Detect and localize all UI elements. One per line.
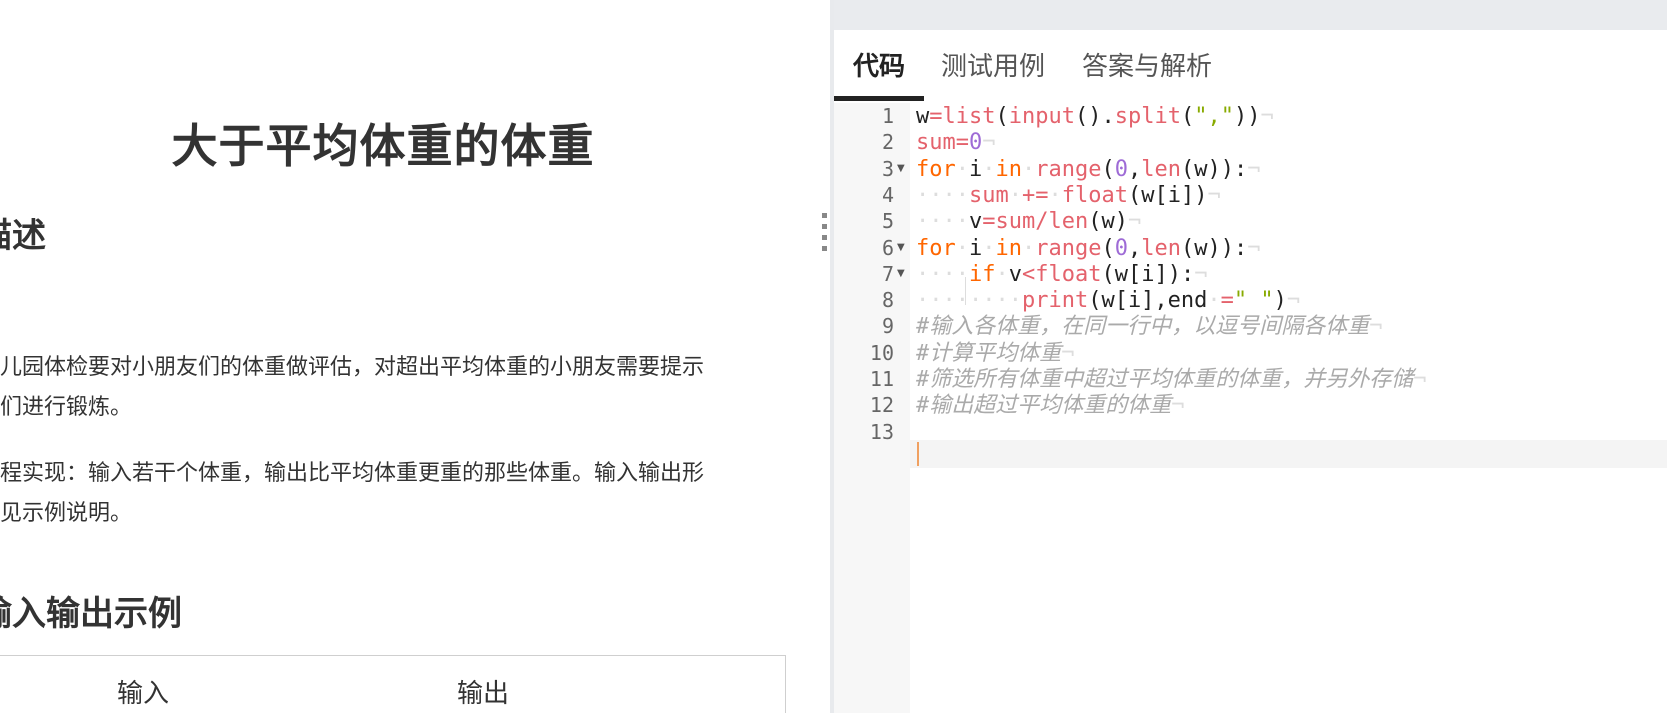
active-line-highlight bbox=[910, 440, 1667, 468]
problem-title: 大于平均体重的体重 bbox=[171, 119, 595, 173]
line-number: 3 bbox=[881, 156, 894, 181]
code-line[interactable]: #输入各体重，在同一行中，以逗号间隔各体重¬ bbox=[916, 313, 1383, 341]
code-line[interactable]: for·i·in·range(0,len(w)):¬ bbox=[916, 156, 1260, 184]
code-editor[interactable]: 1 2 3 ▼ 4 5 6 ▼ 7 ▼ 8 9 10 11 12 13 w=list(input().spli… bbox=[834, 103, 1667, 713]
line-number: 4 bbox=[881, 182, 894, 207]
paragraph-2-line-1: 编程实现：输入若干个体重，输出比平均体重更重的那些体重。输入输出形 bbox=[0, 461, 705, 486]
code-line[interactable]: ····if·v<float(w[i]):¬ bbox=[916, 261, 1207, 289]
problem-panel: 大于平均体重的体重 描述 幼儿园体检要对小朋友们的体重做评估，对超出平均体重的小… bbox=[0, 0, 832, 713]
line-number: 6 bbox=[881, 235, 894, 260]
code-line[interactable]: for·i·in·range(0,len(w)):¬ bbox=[916, 235, 1260, 263]
line-number: 9 bbox=[881, 314, 894, 339]
paragraph-2-line-2: 式见示例说明。 bbox=[0, 501, 133, 526]
code-line[interactable]: ····v=sum/len(w)¬ bbox=[916, 208, 1141, 236]
code-line[interactable]: #计算平均体重¬ bbox=[916, 340, 1075, 368]
line-number: 2 bbox=[881, 130, 894, 155]
text-cursor bbox=[917, 442, 919, 466]
tab-test-cases[interactable]: 测试用例 bbox=[941, 46, 1045, 83]
code-line[interactable]: #筛选所有体重中超过平均体重的体重，并另外存储¬ bbox=[916, 366, 1427, 394]
active-tab-underline bbox=[834, 96, 924, 101]
code-line[interactable]: ········print(w[i],end·=" ")¬ bbox=[916, 287, 1300, 315]
code-line[interactable]: ····sum·+=·float(w[i])¬ bbox=[916, 182, 1221, 210]
fold-arrow-icon[interactable]: ▼ bbox=[897, 163, 905, 174]
code-line[interactable]: #输出超过平均体重的体重¬ bbox=[916, 392, 1185, 420]
fold-arrow-icon[interactable]: ▼ bbox=[897, 268, 905, 279]
editor-tabs: 代码 测试用例 答案与解析 bbox=[834, 30, 1667, 133]
description-paragraph-1: 幼儿园体检要对小朋友们的体重做评估，对超出平均体重的小朋友需要提示 他们进行锻炼… bbox=[0, 348, 778, 428]
line-number: 1 bbox=[881, 104, 894, 128]
fold-arrow-icon[interactable]: ▼ bbox=[897, 242, 905, 253]
line-number: 8 bbox=[881, 288, 894, 313]
io-example-table: 输入 输出 bbox=[0, 655, 786, 713]
paragraph-1-line-1: 幼儿园体检要对小朋友们的体重做评估，对超出平均体重的小朋友需要提示 bbox=[0, 355, 705, 380]
table-header-output: 输出 bbox=[457, 679, 510, 709]
line-number: 10 bbox=[869, 340, 894, 365]
table-header-input: 输入 bbox=[117, 679, 170, 709]
code-line[interactable]: sum=0¬ bbox=[916, 129, 996, 157]
line-number: 13 bbox=[869, 419, 894, 444]
editor-panel: 代码 测试用例 答案与解析 1 2 3 ▼ 4 5 6 ▼ 7 ▼ 8 9 10 11 12 13 w=lis… bbox=[834, 0, 1667, 713]
paragraph-1-line-2: 他们进行锻炼。 bbox=[0, 395, 133, 420]
line-number-gutter: 1 2 3 ▼ 4 5 6 ▼ 7 ▼ 8 9 10 11 12 13 bbox=[834, 103, 910, 713]
section-description-heading: 描述 bbox=[0, 216, 46, 256]
tab-answer-analysis[interactable]: 答案与解析 bbox=[1082, 46, 1212, 83]
description-paragraph-2: 编程实现：输入若干个体重，输出比平均体重更重的那些体重。输入输出形 式见示例说明… bbox=[0, 454, 778, 534]
code-line[interactable]: w=list(input().split(","))¬ bbox=[916, 103, 1274, 131]
line-number: 7 bbox=[881, 261, 894, 286]
editor-top-bar bbox=[834, 0, 1667, 30]
drag-handle-icon[interactable] bbox=[822, 213, 828, 265]
section-examples-heading: 输入输出示例 bbox=[0, 594, 182, 634]
line-number: 11 bbox=[869, 367, 894, 391]
line-number: 5 bbox=[881, 209, 894, 234]
line-number: 12 bbox=[869, 393, 894, 418]
tab-code[interactable]: 代码 bbox=[853, 46, 905, 83]
